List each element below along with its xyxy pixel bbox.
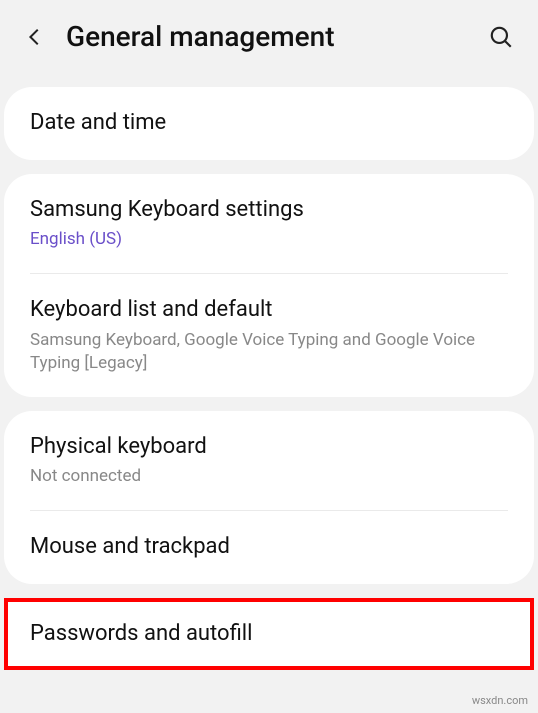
settings-group: Samsung Keyboard settings English (US) K… [4, 174, 534, 397]
mouse-and-trackpad-item[interactable]: Mouse and trackpad [4, 511, 534, 584]
date-and-time-item[interactable]: Date and time [4, 87, 534, 160]
item-title: Passwords and autofill [30, 620, 508, 649]
item-title: Mouse and trackpad [30, 533, 508, 562]
back-icon[interactable] [24, 26, 46, 48]
item-title: Keyboard list and default [30, 296, 508, 325]
item-subtitle: Not connected [30, 465, 508, 488]
samsung-keyboard-settings-item[interactable]: Samsung Keyboard settings English (US) [4, 174, 534, 274]
physical-keyboard-item[interactable]: Physical keyboard Not connected [4, 411, 534, 511]
item-title: Physical keyboard [30, 433, 508, 462]
watermark: wsxdn.com [472, 694, 528, 707]
passwords-and-autofill-item[interactable]: Passwords and autofill [4, 598, 534, 671]
keyboard-list-and-default-item[interactable]: Keyboard list and default Samsung Keyboa… [4, 274, 534, 396]
settings-group: Physical keyboard Not connected Mouse an… [4, 411, 534, 584]
item-title: Samsung Keyboard settings [30, 196, 508, 225]
page-title: General management [66, 20, 488, 53]
item-subtitle: English (US) [30, 228, 508, 251]
item-subtitle: Samsung Keyboard, Google Voice Typing an… [30, 329, 508, 375]
search-icon[interactable] [488, 24, 514, 50]
settings-group: Date and time [4, 87, 534, 160]
item-title: Date and time [30, 109, 508, 138]
header-bar: General management [0, 0, 538, 73]
